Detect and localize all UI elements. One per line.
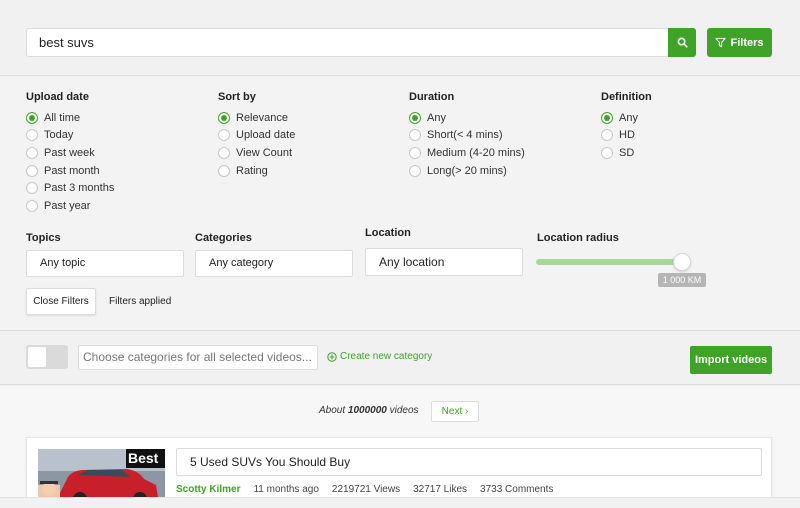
next-page-button[interactable]: Next › (431, 401, 479, 422)
close-filters-button[interactable]: Close Filters (26, 288, 96, 315)
radio[interactable] (26, 146, 38, 159)
location-label: Location (365, 227, 411, 239)
search-input[interactable]: best suvs (26, 28, 669, 57)
upload-date-option[interactable]: All time (26, 109, 114, 127)
duration-option[interactable]: Short(< 4 mins) (409, 127, 525, 145)
radio[interactable] (26, 164, 38, 177)
create-category-label: Create new category (340, 351, 433, 362)
definition-group: Definition Any HD SD (601, 91, 652, 162)
video-age: 11 months ago (253, 484, 319, 495)
slider-value-tooltip: 1 000 KM (658, 273, 706, 287)
thumbnail-text: Best (128, 450, 159, 466)
radio[interactable] (26, 129, 38, 142)
radio[interactable] (26, 199, 38, 212)
chevron-right-icon: › (462, 406, 469, 417)
import-bar: Choose categories for all selected video… (0, 332, 800, 385)
radio[interactable] (218, 146, 230, 159)
definition-option[interactable]: SD (601, 144, 652, 162)
definition-option[interactable]: HD (601, 127, 652, 145)
video-views: 2219721 Views (331, 484, 401, 495)
upload-date-option[interactable]: Past month (26, 162, 114, 180)
filters-applied-text: Filters applied (109, 296, 172, 307)
duration-option[interactable]: Medium (4-20 mins) (409, 144, 525, 162)
results-count: About 1000000 videos (319, 405, 419, 416)
radio[interactable] (218, 129, 230, 142)
duration-title: Duration (409, 91, 455, 103)
search-button[interactable] (668, 28, 696, 57)
sort-by-title: Sort by (218, 91, 256, 103)
import-videos-button[interactable]: Import videos (690, 346, 772, 374)
video-meta: Scotty Kilmer 11 months ago 2219721 View… (176, 484, 553, 495)
search-header: best suvs Filters (0, 0, 800, 76)
select-all-toggle[interactable] (26, 345, 68, 369)
video-title-input[interactable]: 5 Used SUVs You Should Buy (176, 448, 762, 476)
categories-select[interactable]: Any category (195, 250, 353, 277)
sort-by-option[interactable]: View Count (218, 144, 295, 162)
sort-by-option[interactable]: Upload date (218, 127, 295, 145)
slider-handle[interactable] (673, 253, 691, 271)
upload-date-option[interactable]: Past week (26, 144, 114, 162)
results-count-number: 1000000 (347, 405, 387, 416)
radio-selected[interactable] (26, 111, 38, 124)
filters-panel: Upload date All time Today Past week Pas… (0, 77, 800, 331)
radio-selected[interactable] (601, 111, 613, 124)
results-section: About 1000000 videos Next › Best 5 Used … (0, 386, 800, 508)
sort-by-option[interactable]: Relevance (218, 109, 295, 127)
video-comments: 3733 Comments (480, 484, 554, 495)
plus-circle-icon (327, 351, 337, 362)
video-likes: 32717 Likes (413, 484, 468, 495)
duration-option[interactable]: Long(> 20 mins) (409, 162, 525, 180)
search-icon (677, 37, 688, 48)
create-category-link[interactable]: Create new category (327, 351, 432, 362)
radio-selected[interactable] (218, 111, 230, 124)
upload-date-option[interactable]: Past 3 months (26, 179, 114, 197)
radio[interactable] (409, 146, 421, 159)
upload-date-option[interactable]: Past year (26, 197, 114, 215)
upload-date-option[interactable]: Today (26, 127, 114, 145)
filter-icon (715, 37, 727, 48)
toggle-knob (28, 347, 46, 367)
definition-option[interactable]: Any (601, 109, 652, 127)
topics-select[interactable]: Any topic (26, 250, 184, 277)
location-radius-label: Location radius (537, 232, 619, 244)
location-input[interactable]: Any location (365, 248, 523, 276)
filters-button-label: Filters (730, 36, 764, 49)
definition-title: Definition (601, 91, 652, 103)
upload-date-title: Upload date (26, 91, 89, 103)
categories-label: Categories (195, 232, 252, 244)
radio[interactable] (601, 146, 613, 159)
sort-by-group: Sort by Relevance Upload date View Count… (218, 91, 295, 179)
location-radius-slider[interactable] (536, 259, 682, 265)
radio[interactable] (26, 182, 38, 195)
filters-button[interactable]: Filters (707, 28, 772, 57)
duration-option[interactable]: Any (409, 109, 525, 127)
topics-label: Topics (26, 232, 61, 244)
sort-by-option[interactable]: Rating (218, 162, 295, 180)
upload-date-group: Upload date All time Today Past week Pas… (26, 91, 114, 215)
bottom-scroll-strip (0, 497, 800, 508)
radio[interactable] (601, 129, 613, 142)
radio[interactable] (409, 129, 421, 142)
video-author-link[interactable]: Scotty Kilmer (176, 484, 240, 495)
duration-group: Duration Any Short(< 4 mins) Medium (4-2… (409, 91, 525, 179)
radio-selected[interactable] (409, 111, 421, 124)
radio[interactable] (409, 164, 421, 177)
category-input[interactable]: Choose categories for all selected video… (78, 345, 318, 370)
radio[interactable] (218, 164, 230, 177)
